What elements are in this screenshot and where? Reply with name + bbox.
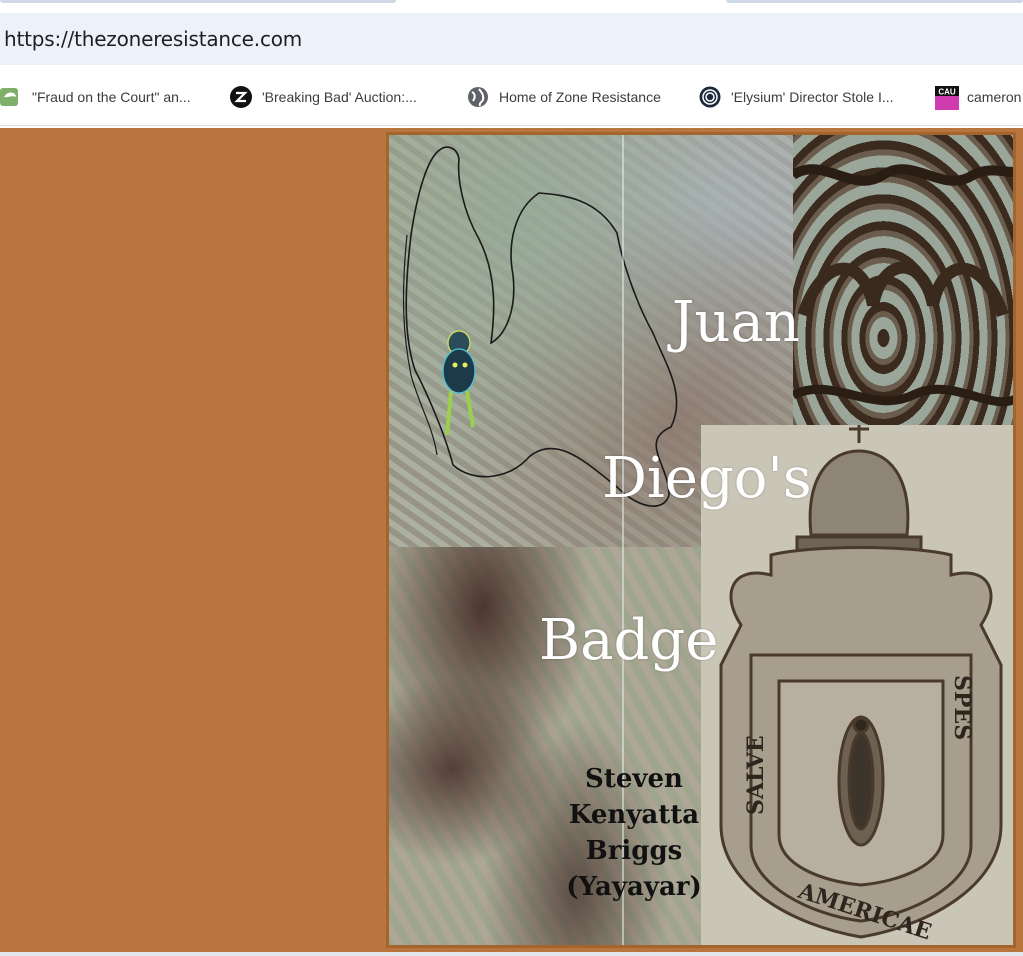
window-bottom-edge [0,952,1023,956]
bookmarks-bar: "Fraud on the Court" an... 'Breaking Bad… [0,70,1023,126]
title-word-diegos: Diego's [602,446,812,511]
green-leaf-icon [0,86,22,108]
svg-text:SALVE: SALVE [743,735,769,815]
tab-edge[interactable] [726,0,1023,3]
bookmark-home-of-zone-resistance[interactable]: Home of Zone Resistance [467,84,661,110]
bookmark-label: "Fraud on the Court" an... [32,89,191,105]
cau-logo-icon: CAU [935,86,959,110]
url-text[interactable]: https://thezoneresistance.com [4,27,302,51]
author-line: Steven [585,764,683,794]
tab-strip [0,0,1023,6]
spiral-logo-icon [699,86,721,108]
bookmark-elysium-director[interactable]: 'Elysium' Director Stole I... [699,84,894,110]
title-word-badge: Badge [539,608,719,673]
bookmark-breaking-bad-auction[interactable]: 'Breaking Bad' Auction:... [230,84,417,110]
author-line: Kenyatta [568,800,700,830]
globe-icon [467,86,489,108]
bookmark-label: 'Elysium' Director Stole I... [731,89,894,105]
author-line: (Yayayar) [566,872,702,902]
svg-text:CAU: CAU [938,88,956,97]
bookmark-label: 'Breaking Bad' Auction:... [262,89,417,105]
svg-text:SPES: SPES [949,675,975,740]
bookmark-label: Home of Zone Resistance [499,89,661,105]
badge-collage: SALVE SPES AMERICAE Juan Diego's Badge S… [386,132,1016,948]
address-bar[interactable]: https://thezoneresistance.com [0,13,1023,65]
title-word-juan: Juan [672,290,800,355]
bookmark-cameron[interactable]: CAU cameron [935,84,1021,110]
embroidery-detail-image [793,135,1013,425]
bookmark-label: cameron [967,89,1022,105]
author-line: Briggs [585,836,683,866]
bookmark-fraud-on-the-court[interactable]: "Fraud on the Court" an... [0,84,191,110]
z-logo-icon [230,86,252,108]
author-credit: Steven Kenyatta Briggs (Yayayar) [559,761,709,905]
tab-edge[interactable] [0,0,396,3]
